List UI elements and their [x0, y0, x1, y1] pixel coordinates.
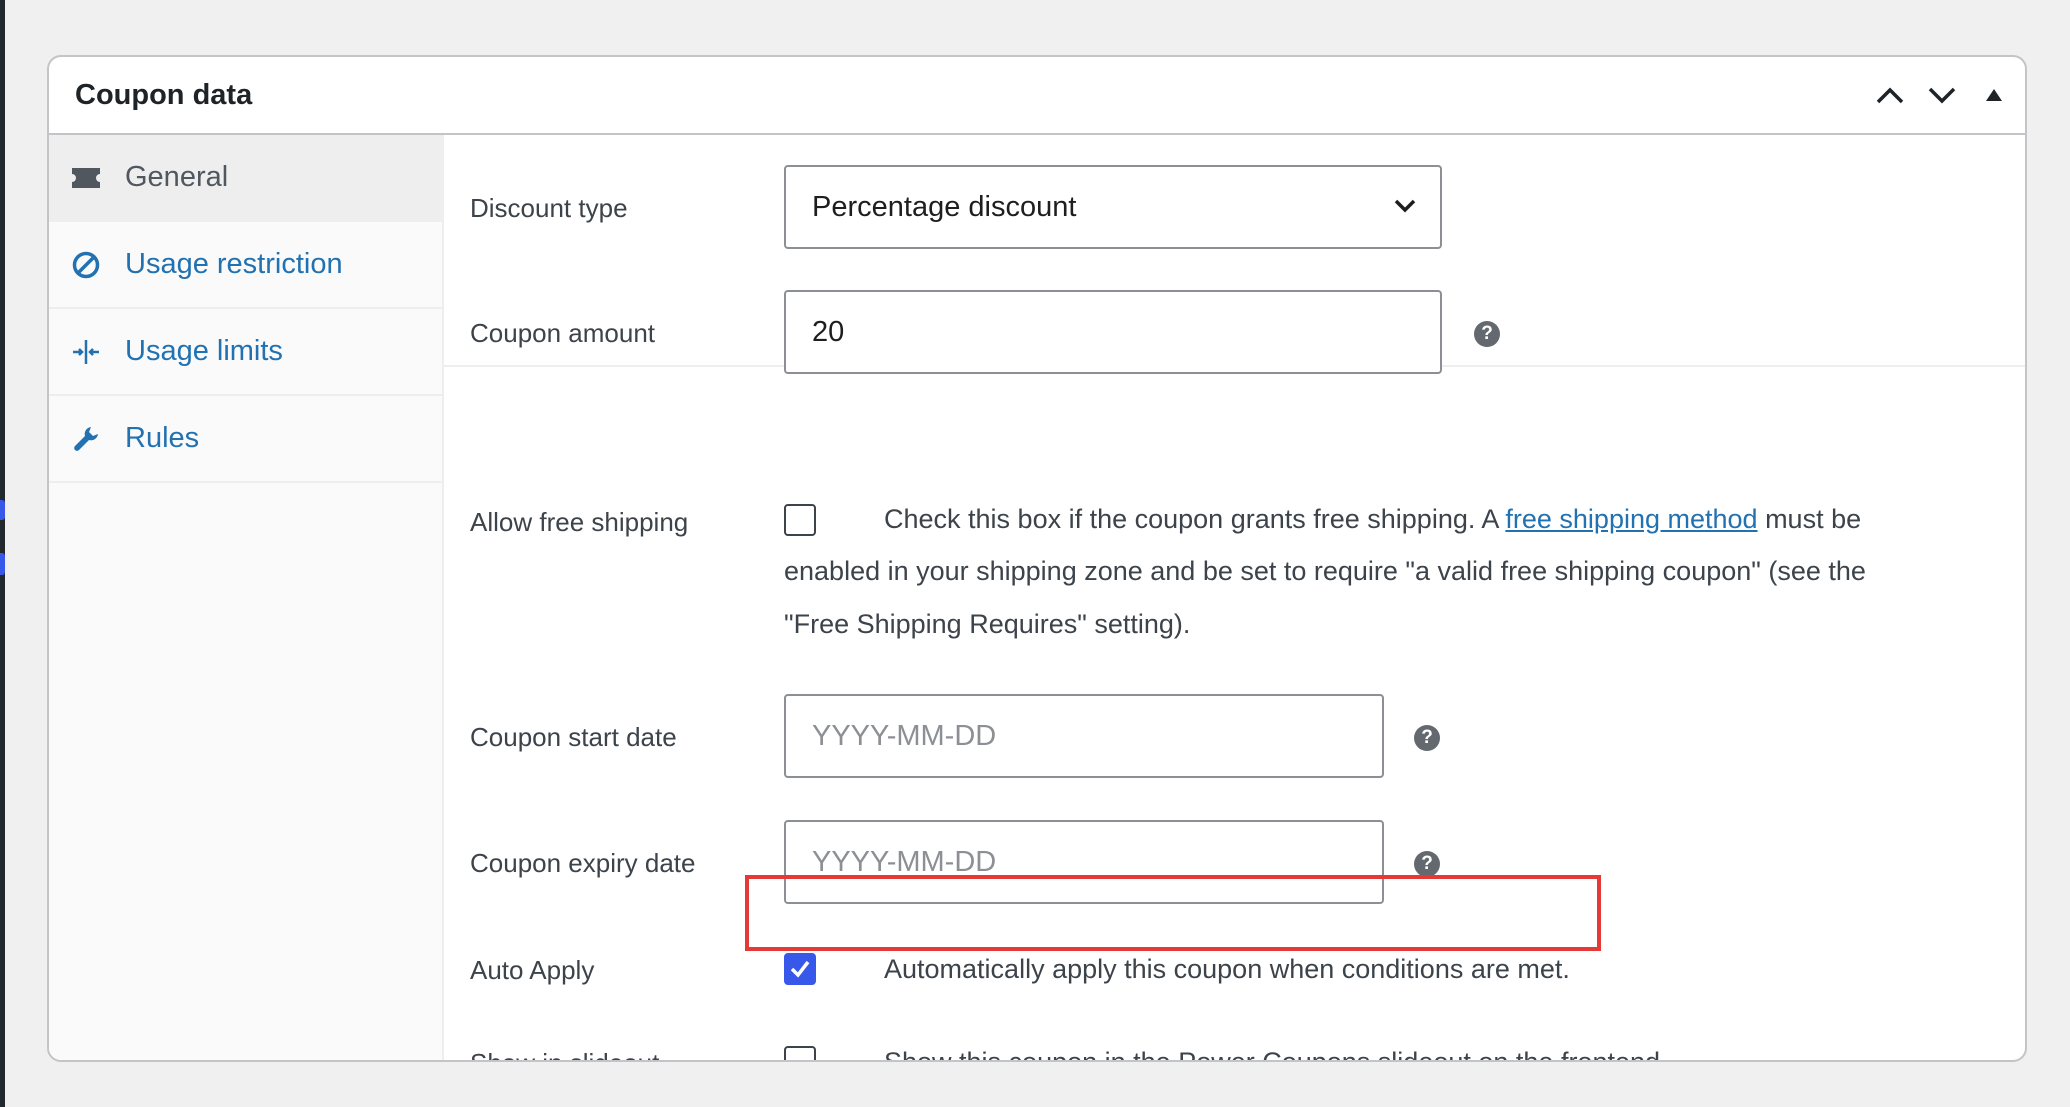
slideout-label: Show in slideout — [470, 1048, 659, 1060]
admin-menu-indicator — [0, 500, 5, 520]
help-icon[interactable]: ? — [1414, 725, 1440, 751]
auto-apply-description: Automatically apply this coupon when con… — [884, 954, 1570, 984]
auto-apply-highlight — [745, 875, 1601, 951]
slideout-checkbox[interactable] — [784, 1046, 816, 1060]
auto-apply-checkbox[interactable] — [784, 953, 816, 985]
move-up-button[interactable] — [1869, 74, 1911, 116]
discount-type-value: Percentage discount — [812, 190, 1077, 223]
slideout-description: Show this coupon in the Power Coupons sl… — [884, 1047, 1668, 1062]
admin-sidebar-edge — [0, 0, 5, 1107]
tab-general[interactable]: General — [49, 135, 442, 222]
tab-usage-limits[interactable]: Usage limits — [49, 309, 442, 396]
admin-menu-indicator — [0, 553, 5, 575]
coupon-tabs: General Usage restriction Usage limits R… — [49, 135, 444, 1060]
checkmark-icon — [790, 960, 810, 978]
start-date-label: Coupon start date — [470, 722, 677, 752]
toggle-panel-button[interactable] — [1973, 74, 2015, 116]
description-text: Check this box if the coupon grants free… — [884, 504, 1506, 534]
free-shipping-description-line: enabled in your shipping zone and be set… — [784, 556, 1866, 586]
prohibited-icon — [69, 248, 103, 282]
wrench-icon — [69, 422, 103, 456]
limits-icon — [69, 335, 103, 369]
chevron-up-icon — [1876, 87, 1904, 104]
start-date-input[interactable] — [784, 694, 1384, 778]
expiry-date-label: Coupon expiry date — [470, 848, 696, 878]
free-shipping-checkbox[interactable] — [784, 504, 816, 536]
tab-label: General — [125, 161, 229, 193]
tab-label: Usage limits — [125, 335, 283, 367]
move-down-button[interactable] — [1921, 74, 1963, 116]
tab-label: Rules — [125, 422, 200, 454]
panel-title: Coupon data — [75, 78, 253, 111]
discount-type-select[interactable]: Percentage discount — [784, 165, 1442, 249]
help-icon[interactable]: ? — [1414, 851, 1440, 877]
coupon-amount-label: Coupon amount — [470, 318, 656, 348]
tab-rules[interactable]: Rules — [49, 396, 442, 483]
free-shipping-method-link[interactable]: free shipping method — [1505, 504, 1757, 534]
coupon-amount-input[interactable] — [784, 290, 1442, 374]
tab-label: Usage restriction — [125, 248, 343, 280]
discount-type-label: Discount type — [470, 193, 628, 223]
free-shipping-description-line: "Free Shipping Requires" setting). — [784, 609, 1191, 639]
tab-usage-restriction[interactable]: Usage restriction — [49, 222, 442, 309]
discount-section: Discount type Percentage discount Coupon… — [444, 135, 2025, 374]
chevron-down-icon — [1394, 199, 1416, 213]
auto-apply-label: Auto Apply — [470, 955, 595, 985]
help-icon[interactable]: ? — [1474, 321, 1500, 347]
triangle-up-icon — [1986, 89, 2002, 101]
free-shipping-label: Allow free shipping — [470, 507, 689, 537]
free-shipping-description: Check this box if the coupon grants free… — [884, 504, 1861, 535]
description-text: must be — [1757, 504, 1862, 534]
ticket-icon — [69, 161, 103, 195]
panel-header: Coupon data — [49, 57, 2025, 135]
chevron-down-icon — [1928, 87, 1956, 104]
panel-header-controls — [1869, 57, 2015, 133]
